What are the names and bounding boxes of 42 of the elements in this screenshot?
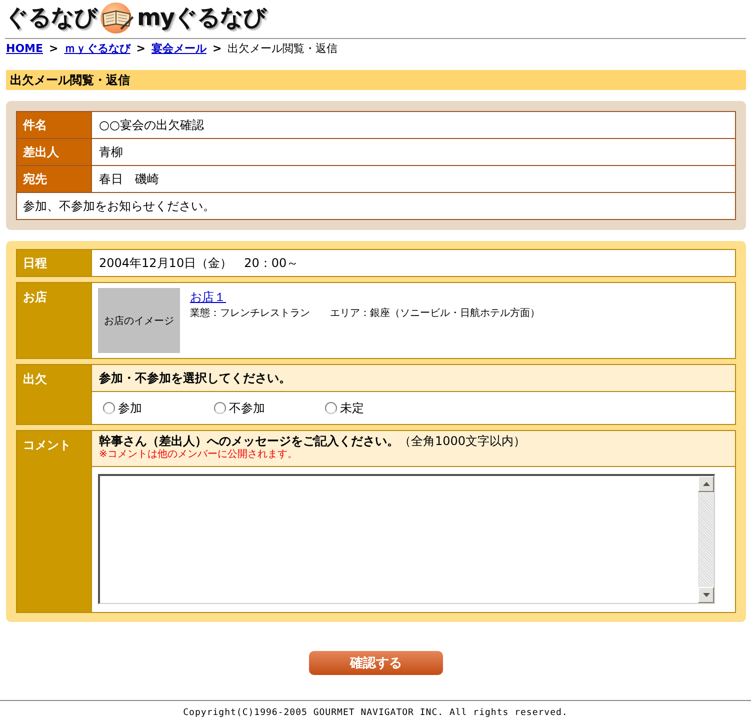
copyright-text: Copyright(C)1996-2005 GOURMET NAVIGATOR INC. All rights reserved.: [182, 707, 569, 719]
breadcrumb-separator: >: [49, 41, 58, 56]
breadcrumb-link[interactable]: ｍｙぐるなび: [64, 41, 130, 56]
row-header-cell: 出欠: [16, 364, 92, 424]
logo-text[interactable]: myぐるなび: [137, 3, 266, 33]
row-header-cell: お店: [16, 282, 92, 358]
table-cell: 春日 磯崎: [92, 166, 736, 192]
row-header-cell: コメント: [16, 430, 92, 612]
breadcrumb-link[interactable]: HOME: [6, 41, 44, 56]
breadcrumb-separator: >: [212, 41, 222, 56]
row-header-cell: 日程: [16, 250, 92, 276]
notice-text: ※コメントは他のメンバーに公開されます。: [99, 449, 298, 461]
radio-button[interactable]: [103, 402, 115, 414]
page-title: 出欠メール閲覧・返信: [6, 70, 746, 90]
shop-details: 業態：フレンチレストラン エリア：銀座（ソニービル・日航ホテル方面）: [190, 307, 540, 321]
breadcrumb-current: 出欠メール閲覧・返信: [228, 41, 338, 56]
notebook-icon: [99, 2, 135, 34]
radio-label[interactable]: 参加: [118, 400, 142, 416]
table-cell: ○○宴会の出欠確認: [92, 112, 736, 138]
table-cell: 青柳: [92, 138, 736, 166]
row-header-cell: 件名: [16, 112, 92, 138]
breadcrumb-separator: >: [136, 41, 146, 56]
instruction-banner: 参加・不参加を選択してください。: [92, 364, 736, 392]
radio-label[interactable]: 不参加: [229, 400, 265, 416]
breadcrumb-link[interactable]: 宴会メール: [151, 41, 206, 56]
scroll-up-button[interactable]: [698, 476, 714, 492]
radio-label[interactable]: 未定: [340, 400, 364, 416]
triangle-down-icon: [702, 593, 710, 597]
instruction-text: 幹事さん（差出人）へのメッセージをご記入ください。（全角1000文字以内）: [99, 434, 527, 449]
radio-button[interactable]: [214, 402, 226, 414]
confirm-button[interactable]: 確認する: [309, 651, 443, 675]
message-body: 参加、不参加をお知らせください。: [16, 192, 736, 220]
image-caption: お店のイメージ: [104, 314, 174, 328]
row-header-cell: 差出人: [16, 138, 92, 166]
comment-field[interactable]: [98, 474, 715, 604]
logo-text[interactable]: ぐるなび: [5, 3, 97, 33]
scroll-down-button[interactable]: [698, 587, 714, 603]
shop-link[interactable]: お店１: [190, 290, 226, 305]
triangle-up-icon: [702, 482, 710, 486]
row-header-cell: 宛先: [16, 166, 92, 192]
radio-button[interactable]: [325, 402, 337, 414]
table-cell: 2004年12月10日（金） 20：00～: [92, 250, 736, 276]
